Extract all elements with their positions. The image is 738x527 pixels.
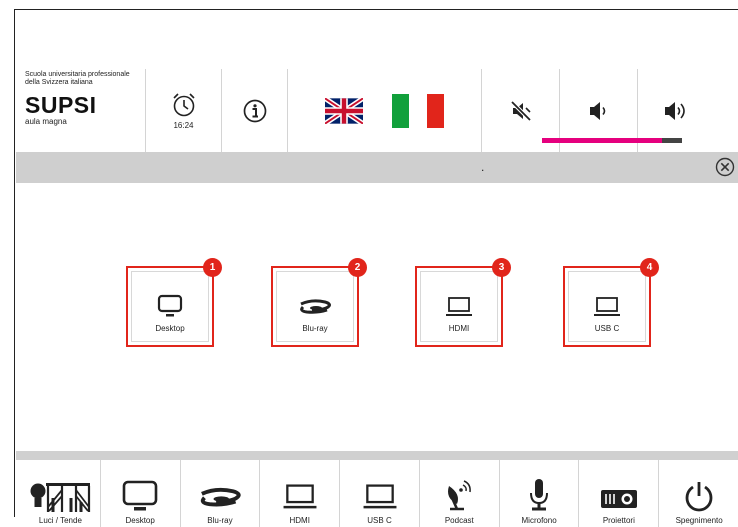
lights-curtains-icon [30,483,91,512]
source-card-inner: Desktop [131,271,209,342]
source-label: HDMI [448,324,470,333]
volume-down-icon [589,102,605,120]
flag-italy-icon[interactable] [392,94,445,128]
microphone-icon [530,479,549,511]
logo-brand: SUPSI [25,92,97,118]
logo-line2: della Svizzera italiana [25,79,93,86]
source-card-inner: Blu-ray [276,271,354,342]
laptop-icon [283,484,317,509]
source-label: USB C [594,324,620,333]
bottom-separator [16,451,738,460]
source-label: Blu-ray [302,324,328,333]
close-icon[interactable] [715,157,735,177]
alarm-clock-icon [172,93,195,117]
source-card-inner: HDMI [420,271,498,342]
bottom-item-label: Spegnimento [675,516,723,525]
laptop-icon [363,484,396,509]
bluray-icon [200,487,241,507]
source-card-usbc[interactable]: USB C 4 [563,258,659,347]
source-panel-titlebar: . [16,152,738,183]
satellite-dish-icon [448,480,472,511]
bottom-item-label: Desktop [125,516,155,525]
source-label: Desktop [155,324,185,333]
source-card-bluray[interactable]: Blu-ray 2 [271,258,367,347]
source-badge: 1 [203,258,222,277]
bottom-item-label: Podcast [444,516,474,525]
source-badge: 3 [492,258,511,277]
source-card-hdmi[interactable]: HDMI 3 [415,258,511,347]
bottom-item-label: Luci / Tende [38,516,82,525]
mute-icon [510,100,531,122]
source-badge: 2 [348,258,367,277]
projector-icon [600,490,637,508]
laptop-icon [594,297,620,316]
supsi-logo: Scuola universitaria professionale della… [21,69,146,153]
source-card-desktop[interactable]: Desktop 1 [126,258,222,347]
flag-uk-icon[interactable] [324,98,363,124]
bottom-item-label: HDMI [289,516,310,525]
volume-up-icon [665,102,685,120]
bottom-item-label: Proiettori [602,516,635,525]
volume-level-bar[interactable] [542,138,682,143]
source-card-inner: USB C [568,271,646,342]
monitor-icon [157,294,183,317]
bottom-item-label: Microfono [521,516,557,525]
language-selector [288,69,482,153]
titlebar-text: . [481,160,485,174]
info-button[interactable] [222,69,288,153]
app-frame: Scuola universitaria professionale della… [14,9,738,527]
bottom-item-label: Blu-ray [207,516,233,525]
info-icon [243,99,266,123]
monitor-icon [122,480,158,511]
volume-level-fill [542,138,663,143]
bluray-icon [300,299,331,314]
room-name: aula magna [25,117,67,126]
laptop-icon [446,297,472,316]
clock-time: 16:24 [173,121,194,130]
clock-button[interactable]: 16:24 [146,69,222,153]
logo-line1: Scuola universitaria professionale [25,71,130,78]
bottom-item-label: USB C [367,516,392,525]
source-badge: 4 [640,258,659,277]
power-icon [685,482,713,512]
